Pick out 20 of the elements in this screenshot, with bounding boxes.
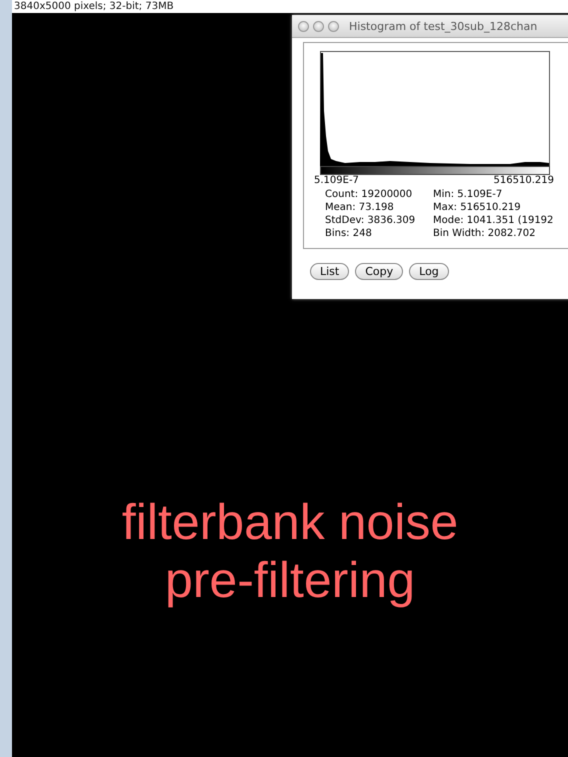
histogram-button[interactable]: Copy [355, 263, 404, 280]
zoom-icon[interactable] [328, 20, 339, 32]
axis-label: 5.109E-7 [314, 175, 359, 186]
stat-label: Bin Width: 2082.702 [433, 227, 536, 240]
histogram-button[interactable]: List [310, 263, 350, 280]
minimize-icon[interactable] [313, 20, 324, 32]
stat-label: StdDev: 3836.309 [325, 214, 416, 227]
image-info: 3840x5000 pixels; 32-bit; 73MB [12, 0, 568, 13]
stat-label: Bins: 248 [325, 227, 373, 240]
annotation-text: pre-filtering [164, 551, 416, 609]
stat-label: Mean: 73.198 [325, 201, 395, 214]
annotation-text: filterbank noise [122, 493, 458, 551]
stat-label: Max: 516510.219 [433, 201, 522, 214]
axis-label: 516510.219 [494, 175, 554, 186]
stat-label: Count: 19200000 [325, 188, 414, 201]
histogram-button[interactable]: Log [409, 263, 449, 280]
window-title: Histogram of test_30sub_128chan [349, 20, 538, 32]
stat-label: Mode: 1041.351 (19192 [433, 214, 554, 227]
close-icon[interactable] [298, 20, 309, 32]
stat-label: Min: 5.109E-7 [433, 188, 504, 201]
